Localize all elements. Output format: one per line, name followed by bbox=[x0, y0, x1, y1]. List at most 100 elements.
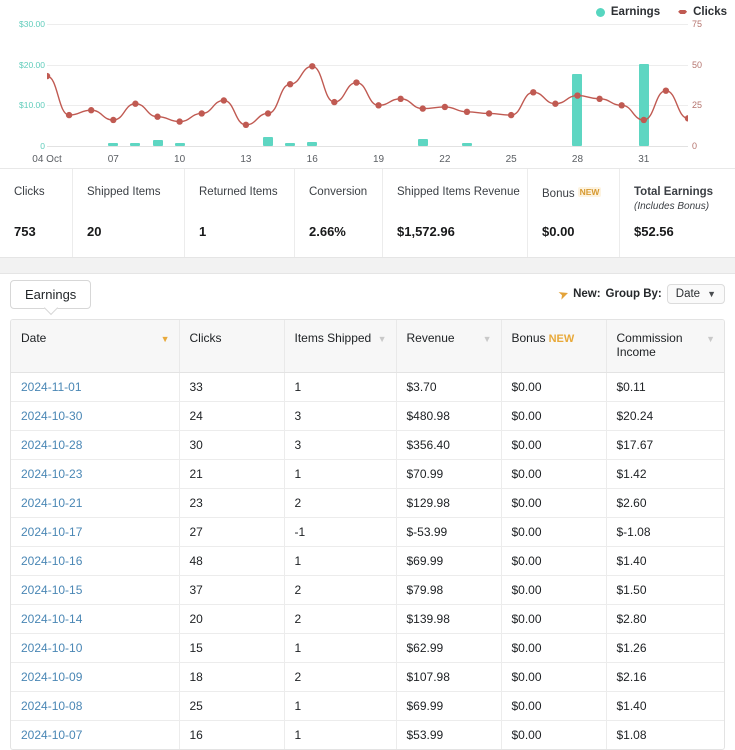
date-link[interactable]: 2024-10-23 bbox=[21, 467, 82, 481]
clicks-data-point[interactable] bbox=[353, 79, 360, 86]
clicks-data-point[interactable] bbox=[441, 103, 449, 111]
new-badge: NEW bbox=[577, 187, 602, 197]
clicks-data-point[interactable] bbox=[220, 97, 228, 104]
clicks-data-point[interactable] bbox=[530, 89, 537, 96]
cell-date[interactable]: 2024-10-07 bbox=[11, 720, 180, 749]
legend-item-clicks[interactable]: Clicks bbox=[678, 6, 727, 18]
column-header-commission[interactable]: Commission Income ▼ bbox=[606, 320, 724, 373]
clicks-data-point[interactable] bbox=[176, 118, 183, 125]
cell-revenue: $-53.99 bbox=[396, 517, 502, 547]
cell-clicks: 21 bbox=[179, 459, 285, 489]
x-axis-tick: 13 bbox=[240, 154, 252, 165]
clicks-data-point[interactable] bbox=[463, 108, 471, 116]
clicks-data-point[interactable] bbox=[397, 95, 404, 103]
x-axis-tick: 28 bbox=[571, 154, 584, 165]
clicks-data-point[interactable] bbox=[309, 63, 316, 70]
y-axis-right: 75 50 25 0 bbox=[692, 19, 732, 151]
column-header-clicks[interactable]: Clicks bbox=[179, 320, 285, 373]
cell-revenue: $107.98 bbox=[396, 662, 502, 692]
diamond-marker-icon bbox=[678, 8, 687, 17]
clicks-data-point[interactable] bbox=[618, 102, 625, 109]
clicks-data-point[interactable] bbox=[264, 110, 272, 117]
date-link[interactable]: 2024-10-21 bbox=[21, 496, 82, 510]
stat-card: Shipped Items Revenue $1,572.96 bbox=[383, 169, 528, 257]
sort-caret-icon[interactable]: ▼ bbox=[483, 334, 492, 344]
date-link[interactable]: 2024-10-17 bbox=[21, 525, 82, 539]
date-link[interactable]: 2024-10-07 bbox=[21, 728, 82, 742]
cell-commission: $1.26 bbox=[606, 633, 724, 663]
sort-caret-icon[interactable]: ▼ bbox=[378, 334, 387, 344]
group-by-select[interactable]: Date ▼ bbox=[666, 284, 725, 304]
y-axis-left-tick: 0 bbox=[40, 141, 45, 151]
cell-date[interactable]: 2024-10-17 bbox=[11, 517, 180, 547]
date-link[interactable]: 2024-10-16 bbox=[21, 554, 82, 568]
clicks-data-point[interactable] bbox=[242, 121, 250, 129]
cell-date[interactable]: 2024-10-14 bbox=[11, 604, 180, 634]
earnings-chart-card: Earnings Clicks $30.00 $20.00 $10.00 0 75 50… bbox=[0, 0, 735, 168]
y-axis-right-tick: 0 bbox=[692, 141, 698, 151]
cell-date[interactable]: 2024-10-09 bbox=[11, 662, 180, 692]
x-axis-tick: 04 Oct bbox=[32, 154, 62, 165]
clicks-data-point[interactable] bbox=[552, 100, 559, 107]
legend-label-clicks: Clicks bbox=[693, 6, 727, 18]
date-link[interactable]: 2024-10-14 bbox=[21, 612, 82, 626]
cell-date[interactable]: 2024-10-21 bbox=[11, 488, 180, 518]
cell-date[interactable]: 2024-10-15 bbox=[11, 575, 180, 605]
clicks-data-point[interactable] bbox=[662, 87, 670, 94]
summary-stats-row: Clicks 753 Shipped Items 20 Returned Items 1 C… bbox=[0, 169, 735, 257]
clicks-data-point[interactable] bbox=[110, 116, 117, 124]
clicks-data-point[interactable] bbox=[132, 100, 139, 107]
clicks-data-point[interactable] bbox=[574, 92, 581, 99]
cell-items_shipped: 1 bbox=[284, 720, 397, 749]
table-body: 2024-11-01 33 1 $3.70 $0.00 $0.11 2024-10-30 24… bbox=[11, 372, 724, 749]
clicks-data-point[interactable] bbox=[375, 102, 382, 109]
clicks-data-point[interactable] bbox=[640, 116, 647, 124]
legend-item-earnings[interactable]: Earnings bbox=[595, 6, 660, 18]
column-header-items_shipped[interactable]: Items Shipped ▼ bbox=[284, 320, 397, 373]
clicks-data-point[interactable] bbox=[47, 72, 51, 80]
cell-revenue: $62.99 bbox=[396, 633, 502, 663]
table-row: 2024-10-10 15 1 $62.99 $0.00 $1.26 bbox=[11, 633, 724, 663]
cell-commission: $1.42 bbox=[606, 459, 724, 489]
clicks-data-point[interactable] bbox=[485, 110, 493, 117]
column-header-date[interactable]: Date ▼ bbox=[11, 320, 180, 373]
sort-caret-icon[interactable]: ▼ bbox=[161, 334, 170, 344]
clicks-data-point[interactable] bbox=[154, 113, 161, 120]
sort-caret-icon[interactable]: ▼ bbox=[706, 334, 715, 344]
clicks-data-point[interactable] bbox=[507, 111, 515, 119]
column-header-revenue[interactable]: Revenue ▼ bbox=[396, 320, 502, 373]
cell-items_shipped: 2 bbox=[284, 488, 397, 518]
cell-clicks: 25 bbox=[179, 691, 285, 721]
cell-date[interactable]: 2024-10-30 bbox=[11, 401, 180, 431]
date-link[interactable]: 2024-10-15 bbox=[21, 583, 82, 597]
clicks-data-point[interactable] bbox=[198, 110, 205, 117]
clicks-data-point[interactable] bbox=[596, 95, 603, 103]
clicks-data-point[interactable] bbox=[88, 107, 95, 114]
tab-earnings[interactable]: Earnings bbox=[10, 280, 92, 309]
date-link[interactable]: 2024-11-01 bbox=[21, 380, 82, 394]
cell-date[interactable]: 2024-10-23 bbox=[11, 459, 180, 489]
clicks-data-point[interactable] bbox=[65, 111, 73, 119]
cell-date[interactable]: 2024-10-10 bbox=[11, 633, 180, 663]
clicks-data-point[interactable] bbox=[419, 105, 426, 112]
clicks-data-point[interactable] bbox=[286, 80, 294, 88]
earnings-table: Date ▼ Clicks Items Shipped ▼ Revenue ▼ Bonus N… bbox=[11, 320, 724, 749]
cell-date[interactable]: 2024-11-01 bbox=[11, 372, 180, 402]
clicks-data-point[interactable] bbox=[684, 115, 688, 122]
x-axis-tick: 19 bbox=[372, 154, 385, 165]
column-header-bonus[interactable]: Bonus NEW bbox=[501, 320, 607, 373]
group-by-control: ➤ New: Group By: Date ▼ bbox=[557, 284, 725, 304]
clicks-data-point[interactable] bbox=[331, 98, 338, 106]
cell-revenue: $139.98 bbox=[396, 604, 502, 634]
date-link[interactable]: 2024-10-10 bbox=[21, 641, 82, 655]
cell-date[interactable]: 2024-10-16 bbox=[11, 546, 180, 576]
cell-items_shipped: 3 bbox=[284, 401, 397, 431]
date-link[interactable]: 2024-10-08 bbox=[21, 699, 82, 713]
cell-date[interactable]: 2024-10-08 bbox=[11, 691, 180, 721]
date-link[interactable]: 2024-10-30 bbox=[21, 409, 82, 423]
cell-date[interactable]: 2024-10-28 bbox=[11, 430, 180, 460]
date-link[interactable]: 2024-10-09 bbox=[21, 670, 82, 684]
date-link[interactable]: 2024-10-28 bbox=[21, 438, 82, 452]
x-axis-tick: 16 bbox=[306, 154, 318, 165]
cell-revenue: $3.70 bbox=[396, 372, 502, 402]
